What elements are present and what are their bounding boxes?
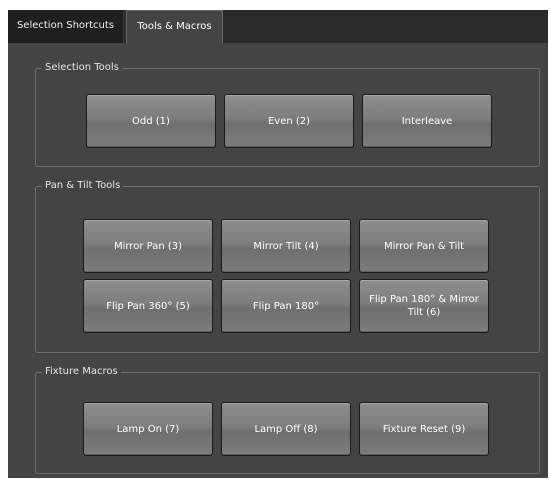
tab-tools-macros[interactable]: Tools & Macros — [126, 10, 223, 43]
flip-pan-180-button[interactable]: Flip Pan 180° — [221, 279, 351, 333]
mirror-pan-button[interactable]: Mirror Pan (3) — [83, 219, 213, 273]
even-button[interactable]: Even (2) — [224, 94, 354, 148]
tab-bar: Selection Shortcuts Tools & Macros — [8, 10, 548, 43]
pan-tilt-tools-title: Pan & Tilt Tools — [42, 179, 124, 193]
fixture-macros-group: Fixture Macros Lamp On (7) Lamp Off (8) … — [35, 365, 540, 474]
selection-tools-group: Selection Tools Odd (1) Even (2) Interle… — [35, 61, 540, 167]
selection-tools-title: Selection Tools — [42, 61, 122, 75]
flip-pan-360-button[interactable]: Flip Pan 360° (5) — [83, 279, 213, 333]
pan-tilt-tools-group: Pan & Tilt Tools Mirror Pan (3) Mirror T… — [35, 179, 540, 353]
lamp-on-button[interactable]: Lamp On (7) — [83, 402, 213, 456]
fixture-reset-button[interactable]: Fixture Reset (9) — [359, 402, 489, 456]
flip-pan-180-mirror-tilt-button[interactable]: Flip Pan 180° & Mirror Tilt (6) — [359, 279, 489, 333]
tab-content-panel: Selection Tools Odd (1) Even (2) Interle… — [8, 43, 548, 478]
interleave-button[interactable]: Interleave — [362, 94, 492, 148]
tools-macros-window: Selection Shortcuts Tools & Macros Selec… — [0, 0, 551, 481]
tab-selection-shortcuts[interactable]: Selection Shortcuts — [8, 10, 124, 43]
odd-button[interactable]: Odd (1) — [86, 94, 216, 148]
lamp-off-button[interactable]: Lamp Off (8) — [221, 402, 351, 456]
mirror-tilt-button[interactable]: Mirror Tilt (4) — [221, 219, 351, 273]
mirror-pan-tilt-button[interactable]: Mirror Pan & Tilt — [359, 219, 489, 273]
fixture-macros-title: Fixture Macros — [42, 365, 121, 379]
